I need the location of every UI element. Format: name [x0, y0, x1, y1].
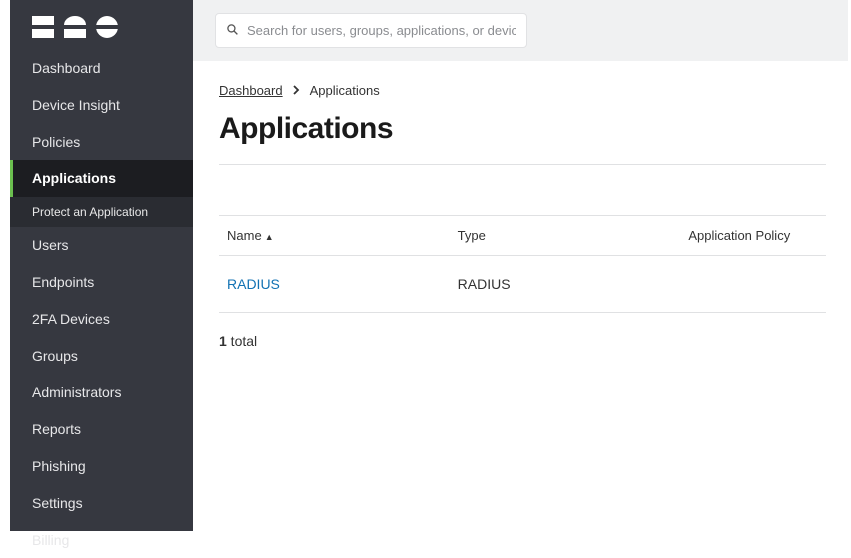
sort-asc-icon: ▲ — [265, 232, 274, 242]
sidebar-item-settings[interactable]: Settings — [10, 485, 193, 522]
brand-logo — [10, 0, 193, 50]
breadcrumb: Dashboard Applications — [219, 83, 826, 98]
sidebar-item-reports[interactable]: Reports — [10, 411, 193, 448]
sidebar-item-groups[interactable]: Groups — [10, 338, 193, 375]
breadcrumb-current: Applications — [310, 83, 380, 98]
column-header-type[interactable]: Type — [450, 216, 681, 256]
total-count: 1 total — [219, 333, 826, 349]
divider — [219, 164, 826, 165]
topbar — [193, 0, 848, 61]
sidebar-item-2fa-devices[interactable]: 2FA Devices — [10, 301, 193, 338]
search-input[interactable] — [247, 23, 516, 38]
sidebar-item-administrators[interactable]: Administrators — [10, 374, 193, 411]
application-type: RADIUS — [450, 256, 681, 313]
total-count-label: total — [227, 333, 257, 349]
sidebar: Dashboard Device Insight Policies Applic… — [10, 0, 193, 531]
sidebar-item-phishing[interactable]: Phishing — [10, 448, 193, 485]
main-content: Dashboard Applications Applications Name… — [193, 61, 848, 531]
applications-table: Name▲ Type Application Policy RADIUS RAD… — [219, 215, 826, 313]
sidebar-sub-protect-application[interactable]: Protect an Application — [10, 197, 193, 227]
search-container — [215, 13, 527, 48]
sidebar-nav: Dashboard Device Insight Policies Applic… — [10, 50, 193, 558]
column-header-name-label: Name — [227, 228, 262, 243]
total-count-number: 1 — [219, 333, 227, 349]
sidebar-item-users[interactable]: Users — [10, 227, 193, 264]
application-name-link[interactable]: RADIUS — [227, 276, 280, 292]
column-header-name[interactable]: Name▲ — [219, 216, 450, 256]
sidebar-item-endpoints[interactable]: Endpoints — [10, 264, 193, 301]
sidebar-item-applications[interactable]: Applications — [10, 160, 193, 197]
search-icon — [226, 23, 239, 39]
column-header-policy[interactable]: Application Policy — [680, 216, 826, 256]
sidebar-item-device-insight[interactable]: Device Insight — [10, 87, 193, 124]
application-policy — [680, 256, 826, 313]
sidebar-item-billing[interactable]: Billing — [10, 522, 193, 558]
page-title: Applications — [219, 112, 826, 146]
table-row: RADIUS RADIUS — [219, 256, 826, 313]
breadcrumb-root-link[interactable]: Dashboard — [219, 83, 283, 98]
sidebar-item-dashboard[interactable]: Dashboard — [10, 50, 193, 87]
sidebar-item-policies[interactable]: Policies — [10, 124, 193, 161]
chevron-right-icon — [293, 84, 300, 98]
